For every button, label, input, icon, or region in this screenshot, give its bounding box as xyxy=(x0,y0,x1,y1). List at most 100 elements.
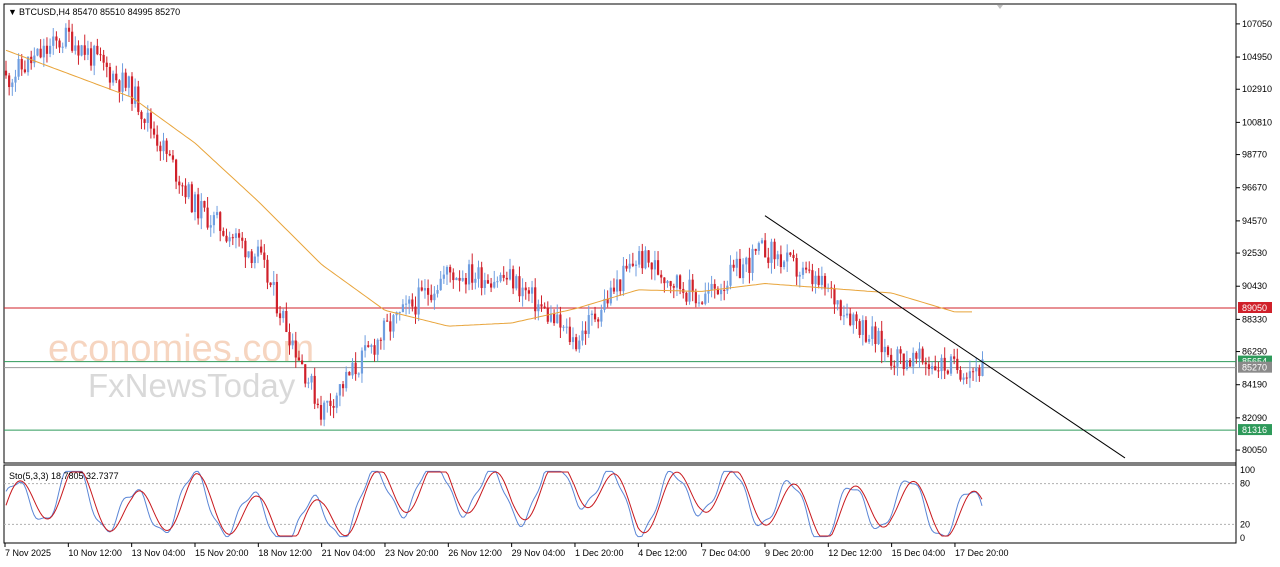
candle-body xyxy=(773,241,776,260)
candle-body xyxy=(893,365,896,367)
candle-body xyxy=(565,326,568,328)
candle-body xyxy=(571,337,575,343)
candle-body xyxy=(420,287,423,291)
candle-body xyxy=(449,266,452,273)
candle-body xyxy=(534,287,537,312)
candle-body xyxy=(597,319,600,322)
candle-body xyxy=(408,299,411,304)
candle-body xyxy=(392,315,395,332)
candle-body xyxy=(329,400,332,406)
candle-body xyxy=(833,288,836,305)
candle-body xyxy=(660,274,663,278)
candle-body xyxy=(93,45,96,66)
candle-body xyxy=(370,345,373,347)
candle-body xyxy=(14,76,17,83)
candle-body xyxy=(971,371,975,373)
candle-body xyxy=(650,262,653,270)
candle-body xyxy=(206,207,209,228)
candle-body xyxy=(175,159,178,182)
candle-body xyxy=(842,315,845,317)
candle-body xyxy=(849,313,852,326)
candle-body xyxy=(55,36,58,41)
candle-body xyxy=(978,368,981,376)
candle-body xyxy=(968,371,971,379)
candle-body xyxy=(905,360,908,370)
candle-body xyxy=(193,194,197,213)
candle-body xyxy=(20,58,23,70)
candle-body xyxy=(612,287,616,292)
candle-body xyxy=(776,254,779,260)
candle-body xyxy=(537,304,540,312)
candle-body xyxy=(464,277,467,285)
candle-body xyxy=(102,54,105,63)
level-badge-label-resistance: 89050 xyxy=(1242,303,1267,313)
candle-body xyxy=(805,267,808,270)
candle-body xyxy=(675,275,679,288)
candle-body xyxy=(357,373,360,375)
candle-body xyxy=(631,263,634,266)
candle-body xyxy=(584,330,587,335)
time-tick-label: 9 Dec 20:00 xyxy=(765,548,814,558)
candle-body xyxy=(770,241,773,263)
chart-menu-icon[interactable]: ▼ xyxy=(8,7,17,17)
candle-body xyxy=(209,225,212,228)
watermark-fxnewstoday: FxNewsToday xyxy=(88,367,296,404)
candle-body xyxy=(757,243,760,251)
time-tick-label: 29 Nov 04:00 xyxy=(512,548,566,558)
candle-body xyxy=(4,70,8,76)
time-tick-label: 15 Nov 20:00 xyxy=(195,548,249,558)
candle-body xyxy=(940,357,943,372)
candle-body xyxy=(8,75,11,88)
candle-body xyxy=(152,128,156,135)
time-tick-label: 10 Nov 12:00 xyxy=(68,548,122,558)
candle-body xyxy=(634,264,638,266)
candle-body xyxy=(845,313,849,316)
candle-body xyxy=(590,313,593,316)
candle-body xyxy=(801,267,805,275)
candle-body xyxy=(130,76,134,104)
candle-body xyxy=(414,306,417,315)
candle-body xyxy=(244,240,247,258)
candle-body xyxy=(266,259,269,283)
candle-body xyxy=(729,264,732,286)
candle-body xyxy=(83,45,86,55)
candle-body xyxy=(697,302,701,304)
candle-body xyxy=(902,353,905,370)
time-tick-label: 4 Dec 12:00 xyxy=(638,548,687,558)
stochastic-tick-label: 20 xyxy=(1240,519,1250,529)
trading-chart[interactable]: economies.com FxNewsToday ▼ BTCUSD,H4 85… xyxy=(0,0,1280,567)
candle-body xyxy=(278,313,282,319)
candle-body xyxy=(42,45,45,58)
candle-body xyxy=(74,45,77,51)
candle-body xyxy=(912,352,915,367)
candle-body xyxy=(704,293,707,304)
candle-body xyxy=(225,235,228,242)
candle-body xyxy=(927,364,931,370)
price-tick-label: 102910 xyxy=(1242,84,1272,94)
stochastic-label: Sto(5,3,3) 18.7805 32.7377 xyxy=(9,471,119,481)
stochastic-panel[interactable] xyxy=(3,464,1237,544)
candle-body xyxy=(389,321,392,332)
stochastic-axis: 100 80 20 0 xyxy=(1240,465,1255,543)
candle-body xyxy=(297,357,301,361)
candle-body xyxy=(307,382,310,384)
candle-body xyxy=(326,400,329,403)
candle-body xyxy=(486,280,490,284)
candle-body xyxy=(288,332,291,346)
candle-body xyxy=(593,313,597,320)
candle-body xyxy=(767,257,770,263)
candle-body xyxy=(156,134,159,146)
candle-body xyxy=(656,260,660,275)
candle-body xyxy=(445,266,449,275)
candle-body xyxy=(61,46,64,48)
candle-body xyxy=(33,55,36,64)
candle-body xyxy=(260,246,263,253)
stochastic-tick-label: 0 xyxy=(1240,533,1245,543)
candle-body xyxy=(543,306,546,308)
candle-body xyxy=(256,246,260,257)
time-tick-label: 21 Nov 04:00 xyxy=(322,548,376,558)
candle-body xyxy=(496,281,499,283)
time-tick-label: 12 Dec 12:00 xyxy=(828,548,882,558)
candle-body xyxy=(427,288,430,295)
candle-body xyxy=(647,250,650,263)
